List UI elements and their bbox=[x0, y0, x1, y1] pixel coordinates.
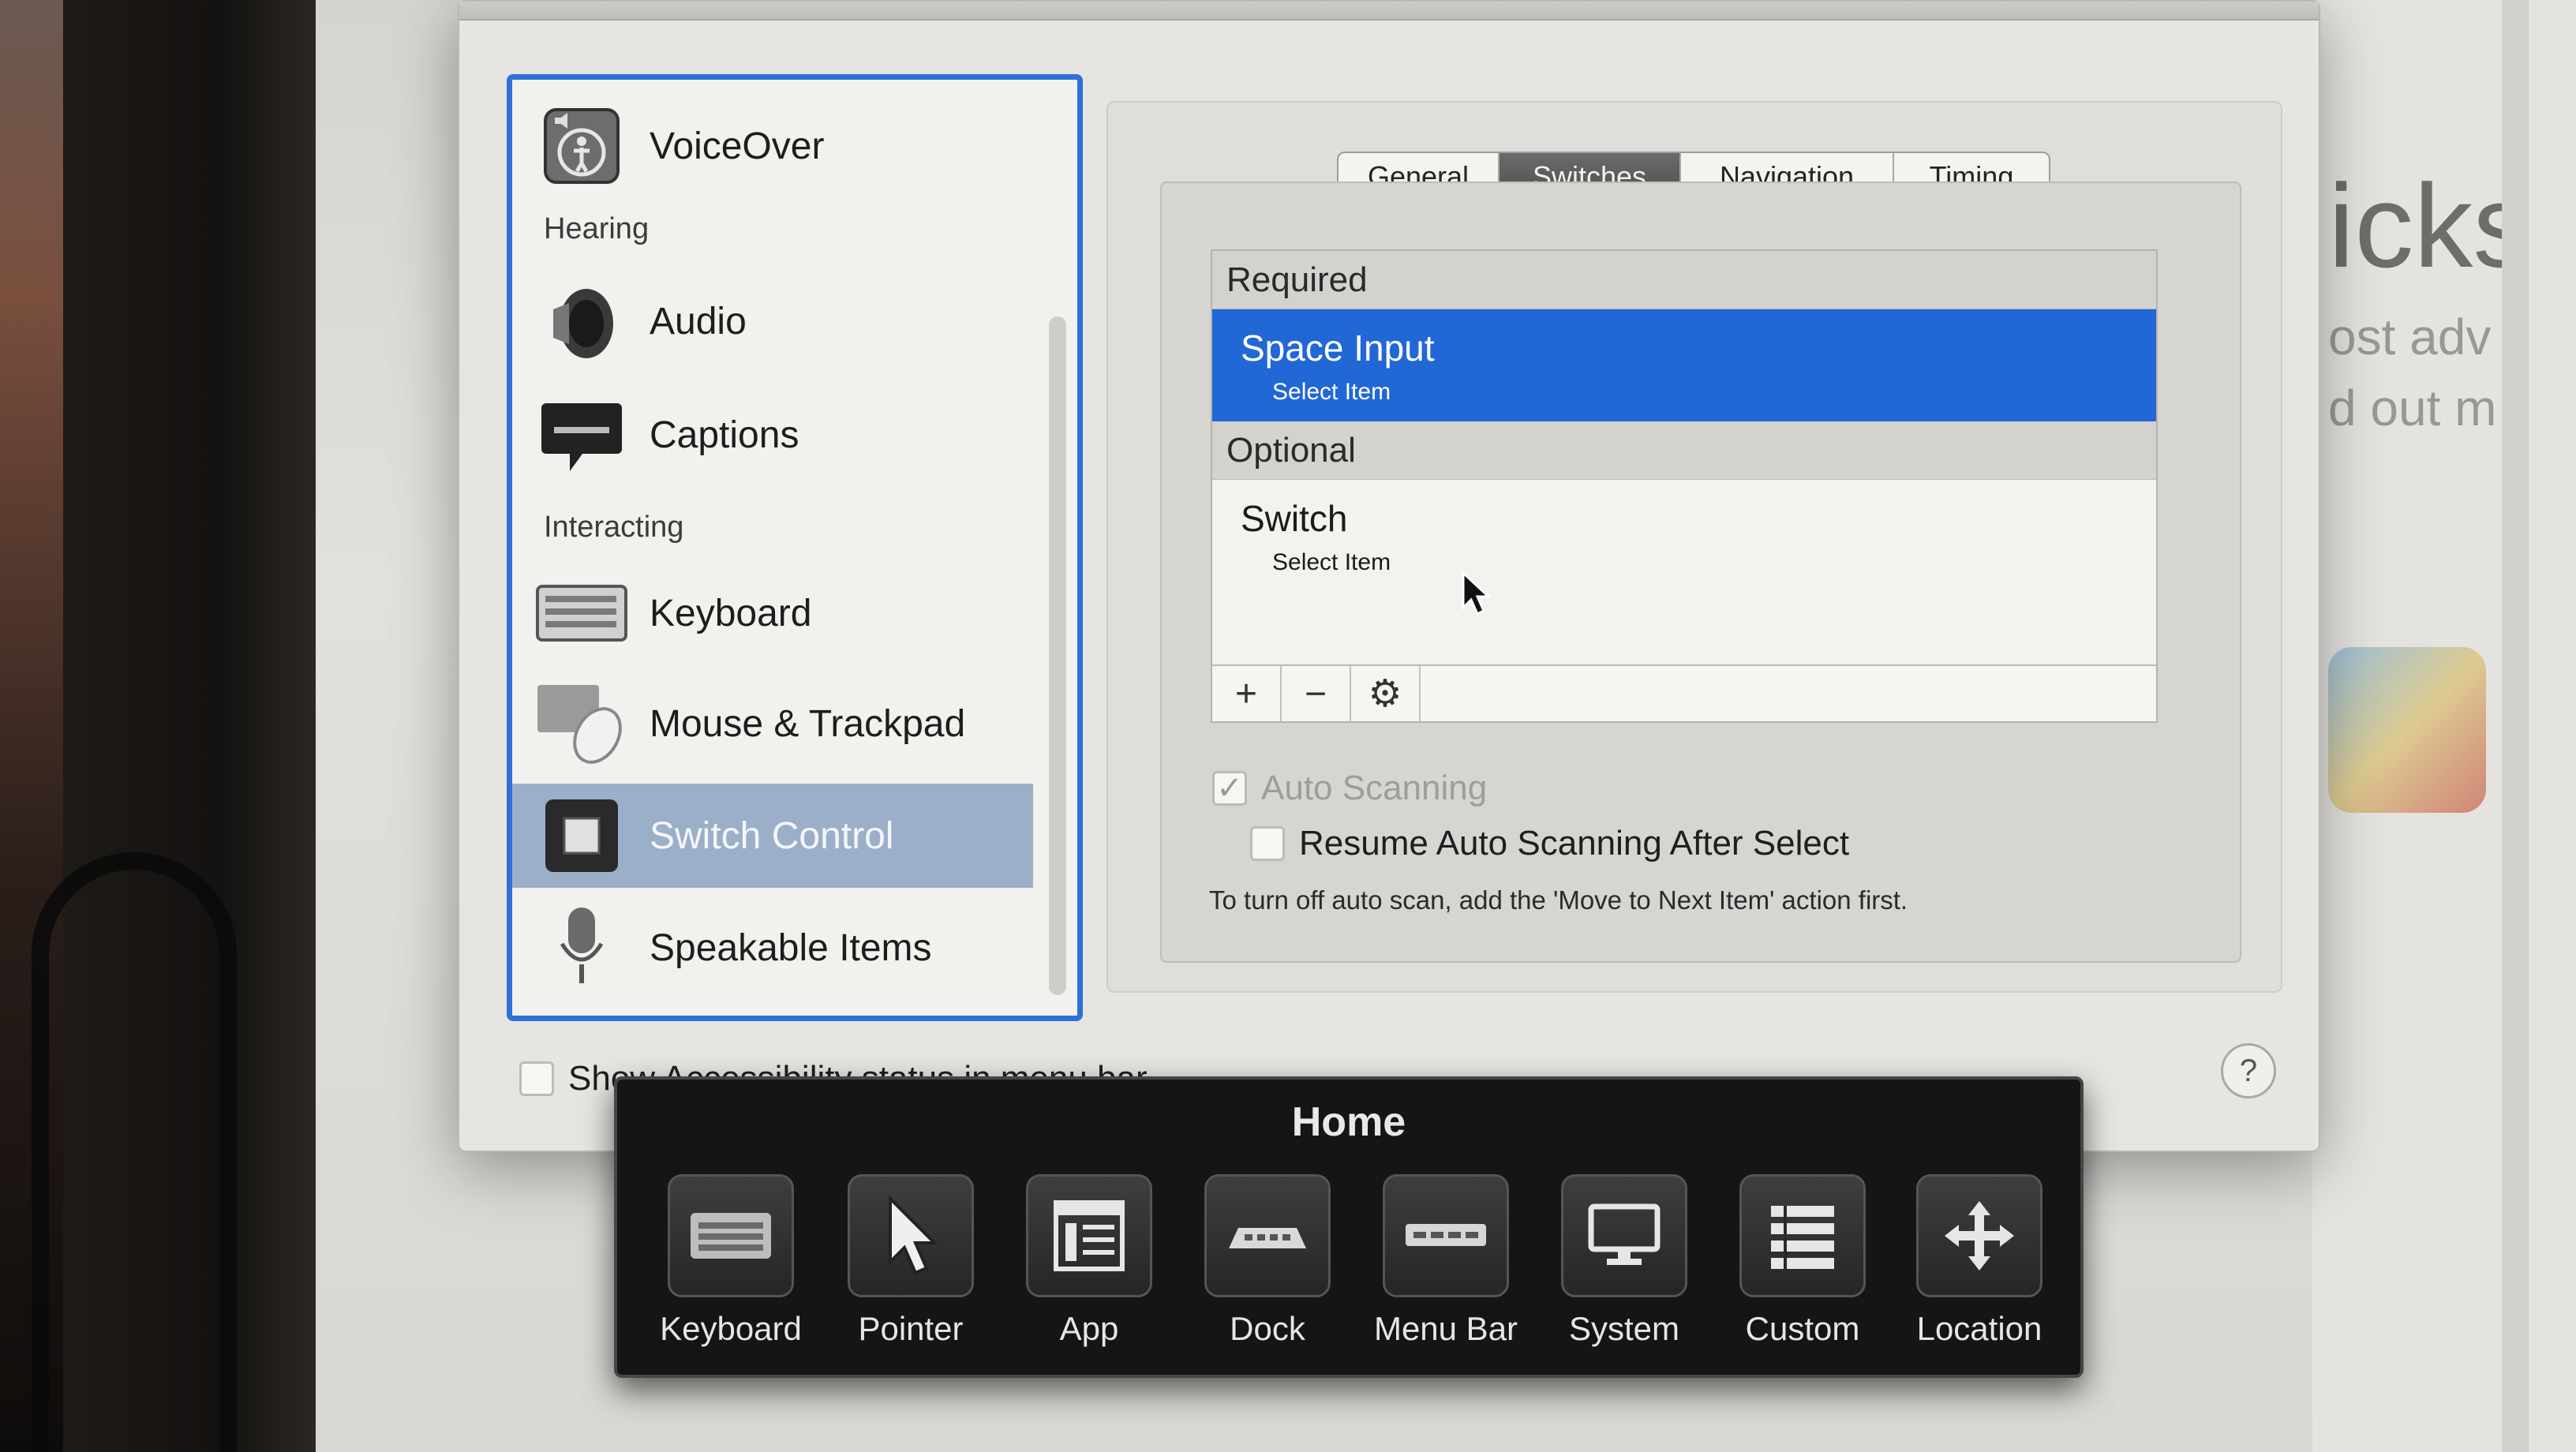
add-switch-button[interactable]: + bbox=[1212, 666, 1282, 721]
window-title-bar[interactable] bbox=[459, 2, 2319, 21]
sidebar-item-audio[interactable]: Audio bbox=[512, 269, 1033, 373]
home-item-keyboard[interactable]: Keyboard bbox=[660, 1174, 802, 1364]
show-status-checkbox[interactable] bbox=[519, 1061, 554, 1096]
resume-auto-scanning-checkbox[interactable] bbox=[1250, 826, 1285, 861]
list-toolbar: + − ⚙ bbox=[1212, 664, 2156, 721]
auto-scanning-label: Auto Scanning bbox=[1261, 769, 1488, 807]
home-item-custom[interactable]: Custom bbox=[1732, 1174, 1874, 1364]
sidebar-item-label: Audio bbox=[650, 300, 747, 342]
voiceover-icon bbox=[534, 103, 629, 189]
sidebar-item-mouse-trackpad[interactable]: Mouse & Trackpad bbox=[512, 672, 1033, 776]
resume-auto-scanning-option[interactable]: Resume Auto Scanning After Select bbox=[1250, 824, 1849, 863]
background-text-line: d out m bbox=[2328, 380, 2497, 436]
location-icon bbox=[1916, 1174, 2042, 1297]
home-item-app[interactable]: App bbox=[1018, 1174, 1160, 1364]
home-item-label: Dock bbox=[1230, 1310, 1305, 1347]
background-text-line: ost adv bbox=[2328, 309, 2492, 365]
background-web-page: icks ost adv d out m bbox=[2312, 0, 2576, 1452]
sidebar-item-speakable-items[interactable]: Speakable Items bbox=[512, 896, 1033, 1000]
speaker-icon bbox=[534, 278, 629, 365]
required-section-header: Required bbox=[1212, 251, 2156, 309]
sidebar-header-interacting: Interacting bbox=[544, 511, 684, 544]
auto-scan-hint: To turn off auto scan, add the 'Move to … bbox=[1209, 885, 1908, 915]
home-item-pointer[interactable]: Pointer bbox=[840, 1174, 982, 1364]
sidebar-scrollbar[interactable] bbox=[1049, 316, 1066, 995]
sidebar-item-voiceover[interactable]: VoiceOver bbox=[512, 94, 1033, 198]
sidebar-header-hearing: Hearing bbox=[544, 212, 650, 245]
home-item-menu-bar[interactable]: Menu Bar bbox=[1374, 1174, 1518, 1364]
switch-control-home-panel: Home Keyboard Pointer App Dock Menu Bar bbox=[614, 1076, 2084, 1378]
sidebar-item-keyboard[interactable]: Keyboard bbox=[512, 561, 1033, 665]
system-icon bbox=[1561, 1174, 1687, 1297]
home-item-label: Keyboard bbox=[660, 1310, 802, 1347]
switches-list[interactable]: Required Space Input Select Item Optiona… bbox=[1211, 249, 2158, 723]
sidebar-item-label: VoiceOver bbox=[650, 125, 825, 167]
list-item-space-input[interactable]: Space Input Select Item bbox=[1212, 309, 2156, 421]
pointer-icon bbox=[848, 1174, 974, 1297]
sidebar-item-switch-control[interactable]: Switch Control bbox=[512, 784, 1033, 888]
sidebar-item-label: Keyboard bbox=[650, 592, 812, 634]
auto-scanning-checkbox[interactable]: ✓ bbox=[1212, 771, 1247, 806]
home-item-dock[interactable]: Dock bbox=[1196, 1174, 1339, 1364]
custom-icon bbox=[1739, 1174, 1866, 1297]
sidebar-item-label: Captions bbox=[650, 414, 799, 456]
home-item-label: Pointer bbox=[858, 1310, 964, 1347]
resume-auto-scanning-label: Resume Auto Scanning After Select bbox=[1299, 824, 1850, 863]
home-item-label: Menu Bar bbox=[1373, 1310, 1518, 1347]
home-item-label: Location bbox=[1916, 1310, 2042, 1347]
switch-control-icon bbox=[534, 792, 629, 879]
home-item-label: App bbox=[1059, 1310, 1119, 1347]
home-item-location[interactable]: Location bbox=[1908, 1174, 2050, 1364]
home-item-label: System bbox=[1568, 1310, 1680, 1347]
home-panel-title: Home bbox=[1291, 1099, 1406, 1145]
switch-action: Select Item bbox=[1272, 549, 1391, 575]
sidebar-item-captions[interactable]: Captions bbox=[512, 383, 1033, 487]
tab-content: Required Space Input Select Item Optiona… bbox=[1160, 182, 2241, 963]
help-button[interactable]: ? bbox=[2221, 1043, 2276, 1098]
mouse-icon bbox=[534, 680, 629, 767]
home-item-system[interactable]: System bbox=[1553, 1174, 1695, 1364]
background-illustration bbox=[2328, 647, 2486, 813]
switch-name: Space Input bbox=[1241, 327, 1435, 369]
gear-icon[interactable]: ⚙ bbox=[1351, 666, 1421, 721]
background-scrollbar bbox=[2502, 0, 2529, 1452]
optional-section-header: Optional bbox=[1212, 421, 2156, 480]
switch-action: Select Item bbox=[1272, 379, 1391, 405]
captions-icon bbox=[534, 391, 629, 478]
menu-bar-icon bbox=[1383, 1174, 1509, 1297]
accessibility-preferences-window: VoiceOver Hearing Audio Captions Interac… bbox=[458, 0, 2320, 1152]
keyboard-icon bbox=[668, 1174, 794, 1297]
app-icon bbox=[1026, 1174, 1152, 1297]
remove-switch-button[interactable]: − bbox=[1282, 666, 1351, 721]
switch-name: Switch bbox=[1241, 498, 1348, 539]
keyboard-icon bbox=[534, 570, 629, 657]
sidebar-item-label: Speakable Items bbox=[650, 926, 932, 969]
switch-control-pane: General Switches Navigation Timing Requi… bbox=[1106, 101, 2282, 993]
sidebar-item-label: Switch Control bbox=[650, 814, 894, 857]
dock-icon bbox=[1204, 1174, 1331, 1297]
cable bbox=[32, 852, 237, 1452]
accessibility-sidebar[interactable]: VoiceOver Hearing Audio Captions Interac… bbox=[507, 74, 1083, 1021]
sidebar-item-label: Mouse & Trackpad bbox=[650, 702, 966, 745]
home-item-label: Custom bbox=[1745, 1310, 1860, 1347]
mouse-pointer-icon bbox=[1462, 570, 1492, 616]
microphone-icon bbox=[534, 904, 629, 991]
list-item-switch[interactable]: Switch Select Item bbox=[1212, 480, 2156, 592]
auto-scanning-option[interactable]: ✓ Auto Scanning bbox=[1212, 769, 1487, 808]
